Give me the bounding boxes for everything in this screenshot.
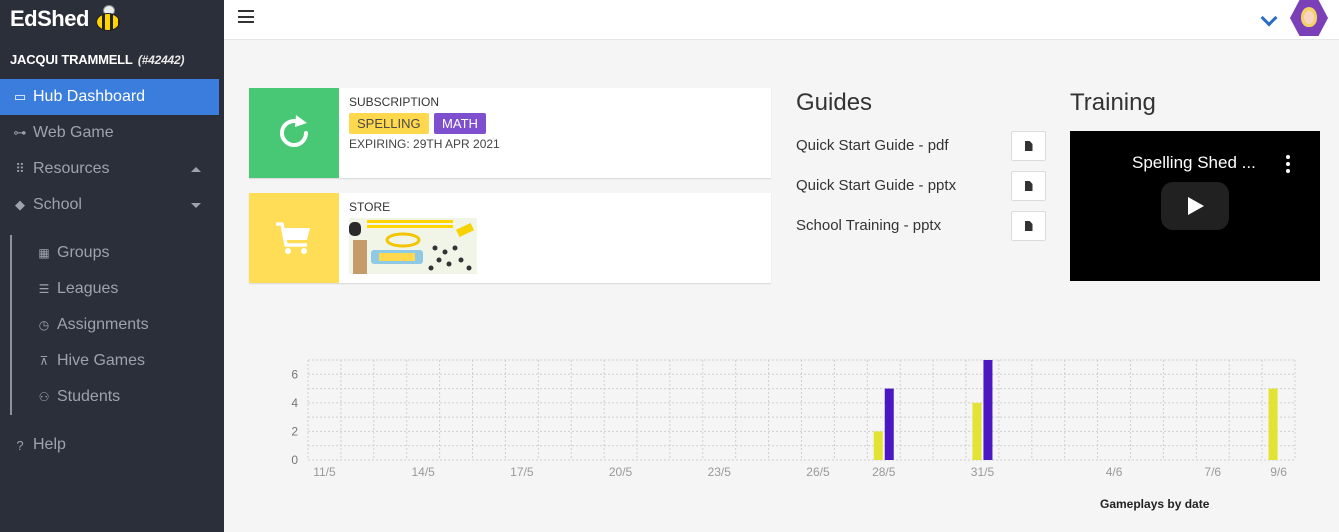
- table-icon: ▦: [38, 246, 50, 260]
- topbar: [224, 0, 1339, 40]
- x-tick-label: 31/5: [971, 465, 995, 479]
- guide-label[interactable]: Quick Start Guide - pptx: [796, 177, 956, 194]
- subnav-divider: [10, 235, 12, 415]
- chart-bar: [972, 402, 982, 460]
- x-tick-label: 17/5: [510, 465, 534, 479]
- store-icon-block: [249, 193, 339, 283]
- sidebar: EdShed JACQUI TRAMMELL (#42442) ▭ Hub Da…: [0, 0, 224, 532]
- y-tick-label: 0: [291, 453, 298, 467]
- edshed-logo[interactable]: EdShed: [10, 4, 123, 34]
- sidebar-item-students[interactable]: ⚇ Students: [37, 382, 121, 412]
- training-video[interactable]: Spelling Shed ...: [1070, 131, 1320, 281]
- subscription-title: SUBSCRIPTION: [349, 95, 440, 109]
- chart-bar: [983, 360, 993, 460]
- store-products-image[interactable]: [349, 218, 477, 274]
- sidebar-item-help[interactable]: ? Help: [0, 427, 219, 463]
- training-title: Training: [1070, 89, 1156, 116]
- question-icon: ?: [16, 437, 24, 453]
- graduation-cap-icon: ◆: [15, 197, 25, 212]
- y-tick-label: 6: [291, 367, 298, 381]
- store-title: STORE: [349, 200, 391, 214]
- chevron-down-icon[interactable]: [1260, 9, 1278, 27]
- guides-title: Guides: [796, 89, 873, 116]
- gamepad-icon: ⊶: [13, 125, 27, 140]
- user-name: JACQUI TRAMMELL (#42442): [10, 52, 185, 67]
- gameplays-chart: 0 2 4 6 11/5 14/5 17/5 20/5 23/5 26/5 28/5 31/5 4/6 7…: [291, 359, 1296, 479]
- sidebar-item-hive-games[interactable]: ⊼ Hive Games: [37, 346, 145, 376]
- sidebar-item-hub-dashboard[interactable]: ▭ Hub Dashboard: [0, 79, 219, 115]
- x-tick-label: 26/5: [806, 465, 830, 479]
- play-button[interactable]: [1161, 182, 1229, 230]
- x-tick-label: 9/6: [1270, 465, 1287, 479]
- y-tick-label: 2: [291, 424, 298, 438]
- avatar[interactable]: [1290, 0, 1328, 36]
- subscription-card[interactable]: SUBSCRIPTION SPELLING MATH EXPIRING: 29T…: [249, 88, 771, 178]
- clock-icon: ◷: [38, 318, 50, 332]
- store-content: STORE: [349, 200, 477, 274]
- sidebar-item-web-game[interactable]: ⊶ Web Game: [0, 115, 219, 151]
- subscription-expiry: EXPIRING: 29TH APR 2021: [349, 137, 500, 151]
- badge-spelling: SPELLING: [349, 113, 429, 134]
- sitemap-icon: ⊼: [39, 354, 49, 368]
- badge-math: MATH: [434, 113, 486, 134]
- refresh-icon: [280, 115, 308, 147]
- sidebar-item-assignments[interactable]: ◷ Assignments: [37, 310, 149, 340]
- chart-bar: [1268, 388, 1278, 460]
- download-button[interactable]: [1011, 171, 1046, 201]
- download-button[interactable]: [1011, 131, 1046, 161]
- logo-text: EdShed: [10, 6, 89, 31]
- x-tick-label: 14/5: [411, 465, 435, 479]
- file-icon: [1024, 181, 1033, 191]
- chart-bar: [873, 431, 883, 460]
- video-title[interactable]: Spelling Shed ...: [1132, 153, 1256, 173]
- user-id: (#42442): [137, 53, 185, 67]
- y-tick-label: 4: [291, 396, 298, 410]
- play-icon: [1188, 197, 1204, 215]
- x-tick-label: 11/5: [313, 465, 336, 479]
- bee-icon: [93, 5, 123, 33]
- x-tick-label: 20/5: [609, 465, 633, 479]
- file-icon: [1024, 221, 1033, 231]
- sidebar-item-groups[interactable]: ▦ Groups: [37, 238, 109, 268]
- guide-row-quick-start-pdf: Quick Start Guide - pdf: [796, 131, 1046, 161]
- monitor-icon: ▭: [13, 89, 27, 104]
- x-tick-label: 28/5: [872, 465, 896, 479]
- store-card[interactable]: STORE: [249, 193, 771, 283]
- subscription-icon-block: [249, 88, 339, 178]
- guide-row-quick-start-pptx: Quick Start Guide - pptx: [796, 171, 1046, 201]
- guide-label[interactable]: School Training - pptx: [796, 217, 941, 234]
- caret-up-icon: [191, 167, 201, 172]
- users-icon: ⚇: [38, 390, 50, 404]
- shopping-cart-icon: [276, 222, 310, 254]
- x-tick-label: 4/6: [1106, 465, 1123, 479]
- grid-icon: ⠿: [15, 161, 25, 176]
- sidebar-item-resources[interactable]: ⠿ Resources: [0, 151, 219, 187]
- subscription-content: SUBSCRIPTION SPELLING MATH EXPIRING: 29T…: [349, 95, 500, 151]
- list-icon: ☰: [38, 282, 50, 296]
- guide-row-school-training-pptx: School Training - pptx: [796, 211, 1046, 241]
- download-button[interactable]: [1011, 211, 1046, 241]
- caret-down-icon: [191, 203, 201, 208]
- x-tick-label: 23/5: [708, 465, 732, 479]
- file-icon: [1024, 141, 1033, 151]
- menu-icon[interactable]: [238, 10, 254, 23]
- more-options-icon[interactable]: [1286, 155, 1290, 176]
- chart-bar: [884, 388, 894, 460]
- guide-label[interactable]: Quick Start Guide - pdf: [796, 137, 949, 154]
- sidebar-item-school[interactable]: ◆ School: [0, 187, 219, 223]
- chart-caption: Gameplays by date: [1100, 497, 1210, 511]
- sidebar-item-leagues[interactable]: ☰ Leagues: [37, 274, 119, 304]
- x-tick-label: 7/6: [1204, 465, 1221, 479]
